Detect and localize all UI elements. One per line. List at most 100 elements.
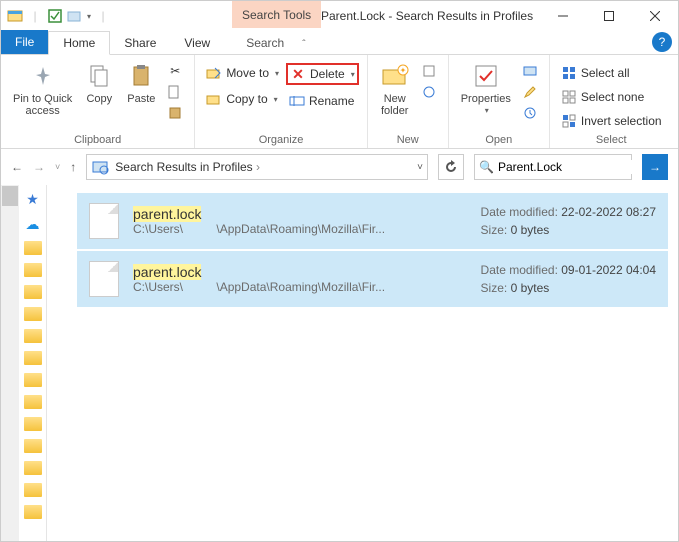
copy-to-button[interactable]: Copy to▾ [203,89,282,109]
navigation-pane: ★ ☁ [1,185,47,541]
help-icon[interactable]: ? [652,32,672,52]
maximize-button[interactable] [586,1,632,31]
copy-path-button[interactable] [164,82,186,102]
result-item[interactable]: parent.lock C:\Users\ \AppData\Roaming\M… [77,251,668,307]
search-tools-contextual-tab[interactable]: Search Tools [232,1,321,28]
forward-button[interactable]: → [33,160,45,174]
easy-access-icon [421,84,437,100]
group-select-label: Select [596,131,627,148]
edit-icon [522,84,538,100]
address-bar[interactable]: Search Results in Profiles › ˅ [86,154,428,180]
minimize-button[interactable] [540,1,586,31]
group-select: Select all Select none Invert selection … [550,55,673,148]
open-icon [522,63,538,79]
copy-button[interactable]: Copy [80,59,118,107]
search-input[interactable] [498,160,653,174]
open-button[interactable] [519,61,541,81]
titlebar: | ▾ | Search Tools Parent.Lock - Search … [1,1,678,31]
copy-path-icon [167,84,183,100]
cut-button[interactable]: ✂ [164,61,186,81]
tree-folder-icon[interactable] [24,461,42,475]
tab-share[interactable]: Share [110,32,170,54]
tree-folder-icon[interactable] [24,395,42,409]
select-none-icon [561,89,577,105]
result-path: C:\Users\ \AppData\Roaming\Mozilla\Fir..… [133,222,453,236]
copy-to-icon [206,91,222,107]
tree-folder-icon[interactable] [24,285,42,299]
select-none-button[interactable]: Select none [558,87,665,107]
refresh-button[interactable] [438,154,464,180]
paste-button[interactable]: Paste [122,59,160,107]
tree-folder-icon[interactable] [24,373,42,387]
recent-locations-button[interactable]: ˅ [55,162,60,172]
tree-folder-icon[interactable] [24,307,42,321]
rename-label: Rename [309,94,354,108]
paste-shortcut-icon [167,105,183,121]
qat-divider2: | [95,8,111,24]
navigation-bar: ← → ˅ ↑ Search Results in Profiles › ˅ 🔍… [1,149,678,185]
pin-label: Pin to Quick access [13,93,72,117]
tab-home[interactable]: Home [48,31,110,55]
new-item-button[interactable] [418,61,440,81]
up-button[interactable]: ↑ [70,160,76,174]
onedrive-icon[interactable]: ☁ [26,216,40,233]
search-go-button[interactable]: → [642,154,668,180]
easy-access-button[interactable] [418,82,440,102]
new-folder-button[interactable]: ✦ New folder [376,59,414,119]
edit-button[interactable] [519,82,541,102]
group-new-label: New [397,131,419,148]
history-icon [522,105,538,121]
ribbon-tabs: File Home Share View Search ˆ ? [1,31,678,55]
result-metadata: Date modified: 22-02-2022 08:27 Size: 0 … [481,203,656,239]
tree-folder-icon[interactable] [24,483,42,497]
tree-folder-icon[interactable] [24,505,42,519]
ribbon-collapse-icon[interactable]: ˆ [302,39,305,54]
properties-button[interactable]: Properties ▾ [457,59,515,118]
rename-button[interactable]: Rename [286,91,359,111]
tree-folder-icon[interactable] [24,329,42,343]
new-folder-icon: ✦ [380,61,410,91]
search-box[interactable]: 🔍 × [474,154,632,180]
tree-folder-icon[interactable] [24,417,42,431]
invert-selection-button[interactable]: Invert selection [558,111,665,131]
tree-folder-icon[interactable] [24,263,42,277]
group-organize-label: Organize [259,131,304,148]
address-icon [91,158,109,176]
tree-folder-icon[interactable] [24,351,42,365]
scrollbar-thumb[interactable] [2,186,18,206]
group-new: ✦ New folder New [368,55,449,148]
tree-scrollbar[interactable] [1,185,19,541]
copy-icon [84,61,114,91]
tab-view[interactable]: View [170,32,224,54]
content-area: ★ ☁ parent.lock [1,185,678,541]
select-all-button[interactable]: Select all [558,63,665,83]
quick-access-icon[interactable]: ★ [26,191,39,208]
scissors-icon: ✂ [167,63,183,79]
pin-to-quick-access-button[interactable]: Pin to Quick access [9,59,76,119]
tree-folder-icon[interactable] [24,439,42,453]
tab-search[interactable]: Search [232,32,298,54]
window-controls [540,1,678,31]
move-to-button[interactable]: Move to▾ [203,63,282,83]
group-organize: Move to▾ Copy to▾ ✕ Delete▾ Rename [195,55,367,148]
invert-selection-icon [561,113,577,129]
result-path: C:\Users\ \AppData\Roaming\Mozilla\Fir..… [133,280,453,294]
address-text: Search Results in Profiles › [115,160,411,174]
address-dropdown-icon[interactable]: ˅ [417,162,423,173]
back-button[interactable]: ← [11,160,23,174]
properties-quick-icon[interactable] [47,8,63,24]
rename-icon [289,93,305,109]
select-all-label: Select all [581,66,630,80]
paste-shortcut-button[interactable] [164,103,186,123]
history-button[interactable] [519,103,541,123]
delete-button[interactable]: ✕ Delete▾ [286,63,359,85]
close-button[interactable] [632,1,678,31]
result-item[interactable]: parent.lock C:\Users\ \AppData\Roaming\M… [77,193,668,249]
properties-label: Properties [461,93,511,105]
qat-customize-icon[interactable]: ▾ [87,12,91,21]
delete-icon: ✕ [290,66,306,82]
tree-folder-icon[interactable] [24,241,42,255]
tab-file[interactable]: File [1,30,48,54]
invert-selection-label: Invert selection [581,114,662,128]
new-folder-quick-icon[interactable] [67,8,83,24]
